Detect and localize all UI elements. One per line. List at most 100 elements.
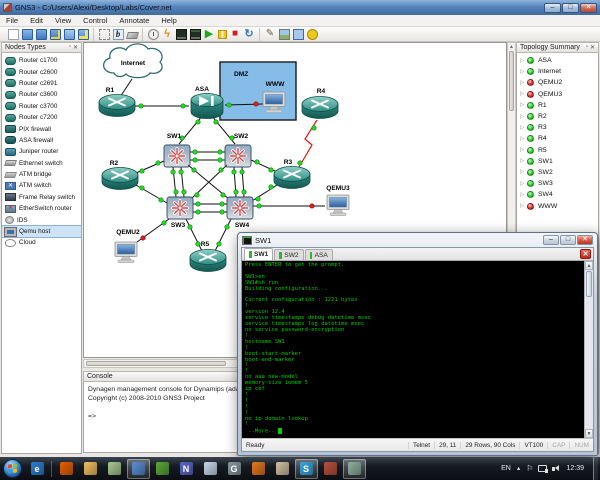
node-type-item-router-c3600[interactable]: Router c3600 — [2, 89, 81, 100]
menu-edit[interactable]: Edit — [24, 16, 49, 25]
topology-item-r2[interactable]: ▷R2 — [517, 111, 598, 122]
dmz-zone-rectangle[interactable] — [220, 62, 296, 120]
vscroll-thumb[interactable] — [509, 51, 514, 111]
topology-item-r1[interactable]: ▷R1 — [517, 100, 598, 111]
terminal-close-button[interactable]: ✕ — [577, 235, 593, 245]
close-panel-icon[interactable]: ✕ — [73, 44, 78, 51]
ethernet-link[interactable] — [215, 219, 231, 251]
device-SW4[interactable] — [227, 197, 253, 219]
device-SW2[interactable] — [225, 145, 251, 167]
tray-expand-icon[interactable]: ▲ — [516, 466, 521, 472]
node-type-item-router-c7200[interactable]: Router c7200 — [2, 112, 81, 123]
reload-button[interactable]: ↻ — [244, 29, 255, 40]
terminal-maximize-button[interactable]: □ — [560, 235, 576, 245]
device-R1[interactable] — [99, 95, 135, 117]
close-tab-button[interactable]: ✕ — [580, 249, 591, 259]
action-center-flag-icon[interactable]: ⚐ — [526, 464, 533, 473]
open-project-button[interactable] — [22, 29, 33, 40]
node-type-item-router-c1700[interactable]: Router c1700 — [2, 55, 81, 66]
scroll-down-icon[interactable]: ▼ — [585, 429, 593, 438]
topology-item-asa[interactable]: ▷ASA — [517, 55, 598, 66]
node-type-item-pix-firewall[interactable]: PIX firewall — [2, 123, 81, 134]
show-hostnames-button[interactable]: b — [113, 29, 124, 40]
taskbar-skype-button[interactable]: S — [295, 459, 318, 479]
node-type-item-router-c3700[interactable]: Router c3700 — [2, 101, 81, 112]
device-ASA[interactable] — [191, 94, 223, 119]
ethernet-link[interactable] — [120, 79, 132, 97]
expand-arrow-icon[interactable]: ▷ — [520, 58, 527, 64]
taskbar-app-green-button[interactable] — [151, 459, 174, 479]
taskbar-internet-explorer-button[interactable]: e — [26, 459, 49, 479]
terminal-title-bar[interactable]: SW1 – □ ✕ — [238, 233, 597, 247]
taskbar-explorer-button[interactable] — [79, 459, 102, 479]
expand-arrow-icon[interactable]: ▷ — [520, 102, 527, 108]
expand-arrow-icon[interactable]: ▷ — [520, 203, 527, 209]
expand-arrow-icon[interactable]: ▷ — [520, 80, 527, 86]
select-button[interactable] — [99, 29, 110, 40]
float-panel-icon[interactable]: ▫ — [586, 44, 588, 51]
taskbar-photo-viewer-button[interactable] — [103, 459, 126, 479]
start-button[interactable]: ▶ — [204, 29, 215, 40]
device-R4[interactable] — [302, 97, 338, 119]
expand-arrow-icon[interactable]: ▷ — [520, 147, 527, 153]
hscroll-thumb[interactable] — [86, 361, 226, 366]
device-R2[interactable] — [102, 168, 138, 190]
start-button[interactable] — [3, 459, 22, 478]
device-QEMU2[interactable] — [115, 242, 137, 263]
topology-item-qemu3[interactable]: ▷QEMU3 — [517, 89, 598, 100]
tab-sw2[interactable]: SW2 — [274, 249, 303, 260]
float-panel-icon[interactable]: ▫ — [69, 44, 71, 51]
network-icon[interactable] — [538, 465, 547, 472]
expand-arrow-icon[interactable]: ▷ — [520, 169, 527, 175]
topology-item-r5[interactable]: ▷R5 — [517, 145, 598, 156]
maximize-button[interactable]: □ — [562, 3, 579, 13]
clock[interactable]: 12:39 — [566, 465, 584, 472]
scroll-up-icon[interactable]: ▲ — [508, 43, 515, 51]
snapshot-button[interactable] — [78, 29, 89, 40]
expand-arrow-icon[interactable]: ▷ — [520, 91, 527, 97]
menu-help[interactable]: Help — [155, 16, 182, 25]
idlepc-button[interactable] — [148, 29, 159, 40]
volume-icon[interactable] — [552, 464, 561, 473]
terminal-scrollbar[interactable]: ▲ ▼ — [584, 261, 593, 438]
node-type-item-asa-firewall[interactable]: ASA firewall — [2, 135, 81, 146]
console-button[interactable] — [176, 29, 187, 40]
terminal-minimize-button[interactable]: – — [543, 235, 559, 245]
draw-rectangle-button[interactable] — [293, 29, 304, 40]
terminal-scroll-thumb[interactable] — [586, 271, 592, 297]
expand-arrow-icon[interactable]: ▷ — [520, 192, 527, 198]
expand-arrow-icon[interactable]: ▷ — [520, 181, 527, 187]
terminal-window[interactable]: SW1 – □ ✕ SW1SW2ASA ✕ Press ENTER to get… — [237, 232, 598, 456]
menu-control[interactable]: Control — [77, 16, 113, 25]
stop-button[interactable]: ■ — [230, 29, 241, 40]
taskbar-mail-button[interactable] — [199, 459, 222, 479]
node-type-item-frame-relay-switch[interactable]: Frame Relay switch — [2, 192, 81, 203]
minimize-button[interactable]: – — [544, 3, 561, 13]
node-type-item-cloud[interactable]: Cloud — [2, 237, 81, 248]
menu-file[interactable]: File — [0, 16, 24, 25]
expand-arrow-icon[interactable]: ▷ — [520, 125, 527, 131]
menu-view[interactable]: View — [49, 16, 77, 25]
node-type-item-juniper-router[interactable]: Juniper router — [2, 146, 81, 157]
console-connect-button[interactable]: ϟ — [162, 29, 173, 40]
device-R3[interactable] — [274, 167, 310, 189]
node-type-item-atm-switch[interactable]: ✕ATM switch — [2, 180, 81, 191]
menu-annotate[interactable]: Annotate — [113, 16, 155, 25]
console-all-button[interactable] — [190, 29, 201, 40]
close-button[interactable]: ✕ — [580, 3, 597, 13]
topology-item-r3[interactable]: ▷R3 — [517, 122, 598, 133]
browse-directory-button[interactable] — [64, 29, 75, 40]
taskbar-app-tan-button[interactable] — [271, 459, 294, 479]
topology-item-www[interactable]: ▷WWW — [517, 200, 598, 211]
save-button[interactable] — [36, 29, 47, 40]
language-indicator[interactable]: EN — [501, 465, 511, 472]
taskbar-gns3-button[interactable] — [343, 459, 366, 479]
new-project-button[interactable] — [8, 29, 19, 40]
terminal-screen[interactable]: Press ENTER to get the prompt. SW1>en SW… — [242, 261, 593, 438]
ethernet-link[interactable] — [186, 219, 202, 251]
suspend-button[interactable] — [218, 30, 227, 39]
node-type-item-qemu-host[interactable]: Qemu host — [2, 226, 81, 237]
device-SW3[interactable] — [167, 197, 193, 219]
device-SW1[interactable] — [164, 145, 190, 167]
insert-image-button[interactable] — [279, 29, 290, 40]
